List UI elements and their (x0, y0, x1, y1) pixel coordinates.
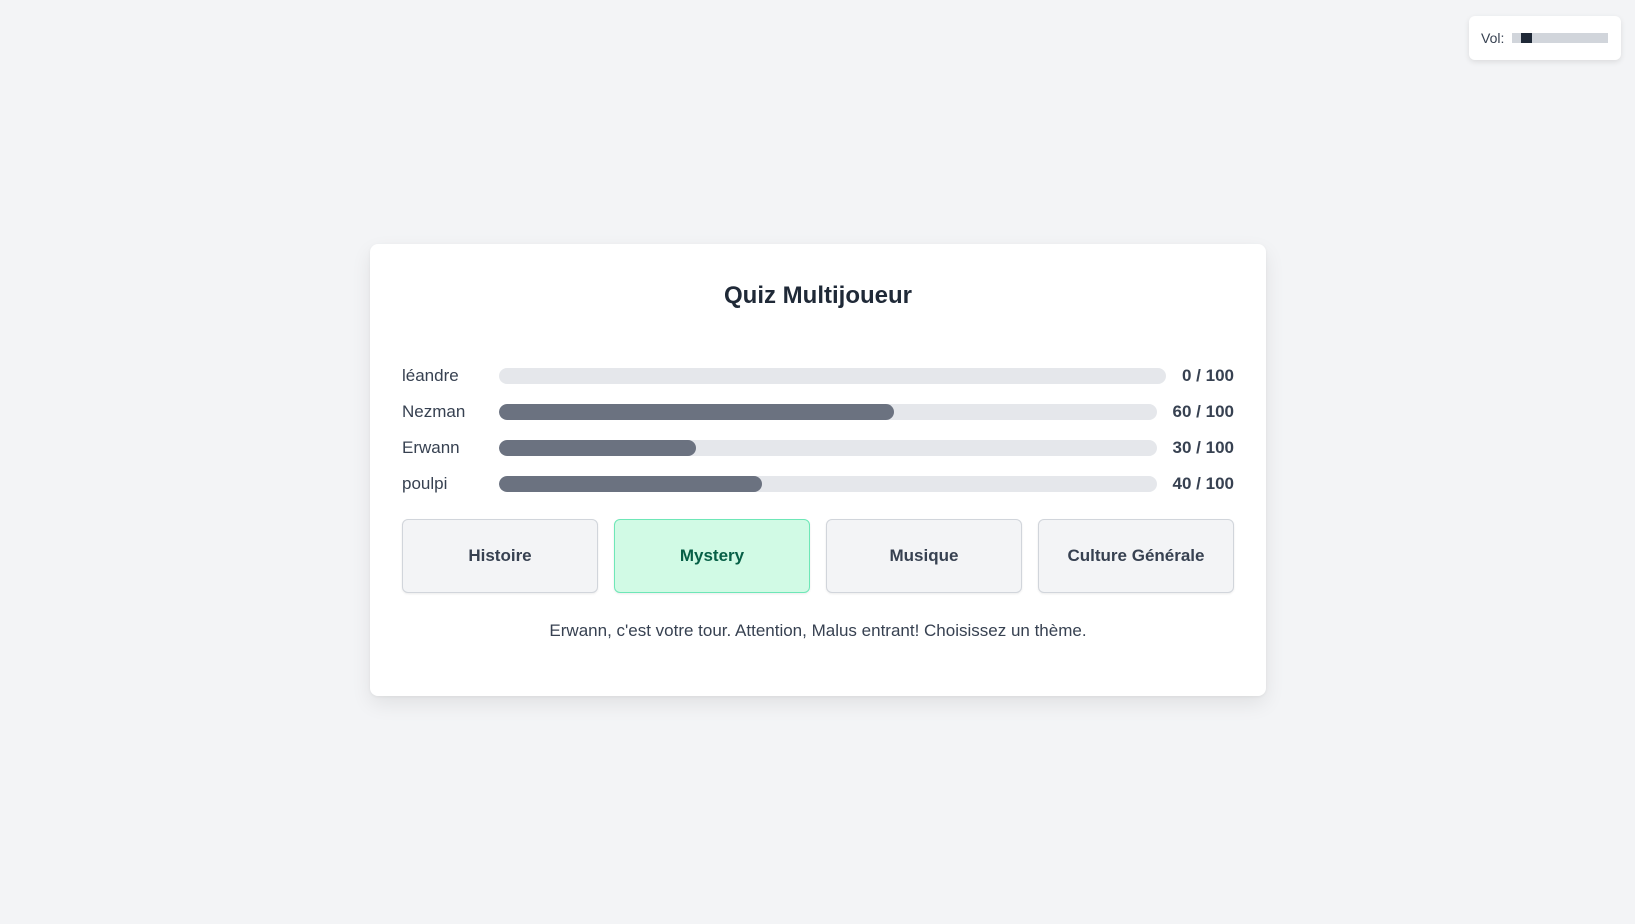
turn-status-message: Erwann, c'est votre tour. Attention, Mal… (549, 621, 1087, 640)
player-name: léandre (402, 366, 459, 385)
player-scoreboard: léandre 0 / 100 Nezman 60 / 100 Erwann 3… (402, 358, 1234, 502)
player-name: Nezman (402, 402, 466, 421)
player-row: poulpi 40 / 100 (402, 466, 1234, 502)
theme-button-mystery[interactable]: Mystery (614, 519, 810, 593)
theme-button-musique[interactable]: Musique (826, 519, 1022, 593)
page-title: Quiz Multijoueur (724, 282, 912, 309)
player-progress-fill (499, 404, 894, 420)
player-progress-bar (499, 440, 1157, 456)
player-row: Nezman 60 / 100 (402, 394, 1234, 430)
player-progress-bar (499, 404, 1157, 420)
player-score: 30 / 100 (1172, 438, 1234, 457)
player-score: 60 / 100 (1172, 402, 1234, 421)
theme-button-histoire[interactable]: Histoire (402, 519, 598, 593)
player-progress-fill (499, 440, 697, 456)
player-score: 40 / 100 (1172, 474, 1234, 493)
player-name: poulpi (402, 474, 448, 493)
theme-choices: Histoire Mystery Musique Culture Général… (402, 519, 1234, 593)
theme-button-culture-generale[interactable]: Culture Générale (1038, 519, 1234, 593)
player-progress-bar (499, 476, 1157, 492)
volume-label: Vol: (1481, 30, 1505, 46)
player-progress-fill (499, 476, 763, 492)
quiz-card: Quiz Multijoueur léandre 0 / 100 Nezman … (370, 244, 1266, 696)
volume-slider-fill (1512, 33, 1522, 43)
volume-slider[interactable] (1512, 33, 1609, 43)
volume-slider-thumb[interactable] (1521, 33, 1533, 43)
player-name: Erwann (402, 438, 460, 457)
volume-control: Vol: (1469, 16, 1621, 60)
player-row: léandre 0 / 100 (402, 358, 1234, 394)
player-progress-bar (499, 368, 1166, 384)
player-row: Erwann 30 / 100 (402, 430, 1234, 466)
player-score: 0 / 100 (1182, 366, 1234, 385)
